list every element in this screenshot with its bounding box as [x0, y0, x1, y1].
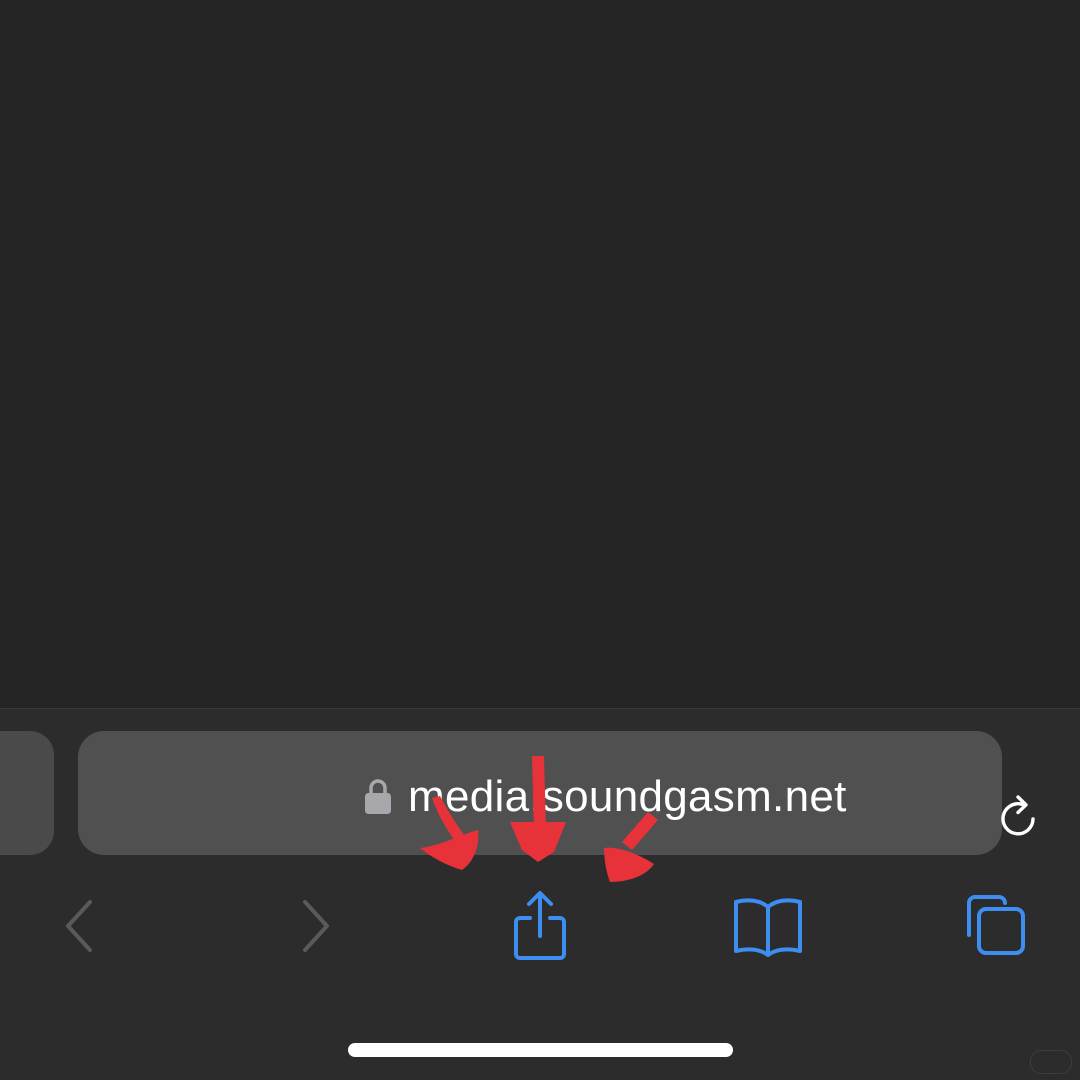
watermark: [1030, 1050, 1072, 1074]
lock-icon: [365, 779, 391, 814]
bookmarks-button[interactable]: [728, 884, 808, 968]
previous-tab-preview[interactable]: [0, 731, 54, 855]
book-icon: [734, 898, 802, 957]
forward-button[interactable]: [275, 884, 355, 968]
tabs-button[interactable]: [955, 884, 1035, 968]
reload-icon[interactable]: [994, 793, 1044, 843]
url-text: media.soundgasm.net: [408, 772, 847, 821]
chevron-left-icon: [66, 900, 92, 952]
address-bar[interactable]: media.soundgasm.net: [78, 731, 1035, 855]
web-content-area: [0, 0, 1080, 708]
safari-screen: media.soundgasm.net: [0, 0, 1080, 1080]
back-button[interactable]: [40, 884, 120, 968]
home-indicator[interactable]: [348, 1043, 733, 1057]
tabs-icon: [967, 895, 1025, 955]
share-button[interactable]: [500, 884, 580, 968]
chevron-right-icon: [303, 900, 329, 952]
share-icon: [514, 891, 566, 960]
